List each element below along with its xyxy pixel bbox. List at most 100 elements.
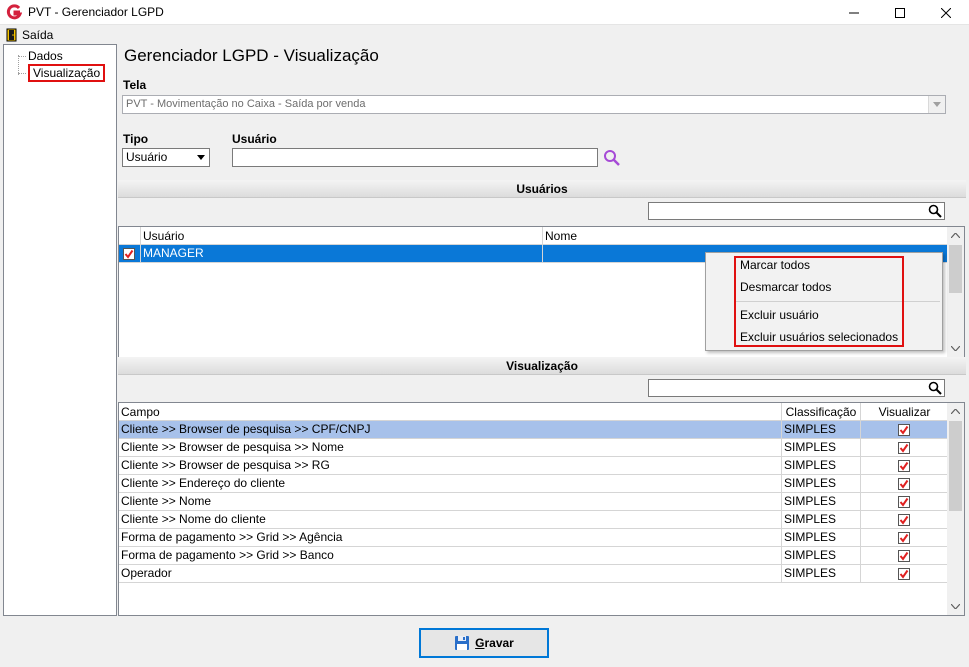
cell-campo: Cliente >> Browser de pesquisa >> Nome — [119, 439, 782, 457]
title-bar: PVT - Gerenciador LGPD — [0, 0, 969, 25]
table-row[interactable]: Cliente >> Nome do cliente SIMPLES — [119, 511, 948, 529]
cell-classificacao: SIMPLES — [782, 421, 861, 439]
usuarios-scrollbar[interactable] — [947, 227, 964, 357]
tree-item-dados[interactable]: Dados — [18, 48, 63, 64]
cell-visualizar[interactable] — [861, 547, 948, 565]
usuario-label: Usuário — [232, 132, 277, 146]
navigation-tree: Dados Visualização — [3, 44, 117, 616]
app-logo-icon — [6, 4, 22, 20]
search-icon[interactable] — [927, 203, 943, 219]
table-row[interactable]: Cliente >> Browser de pesquisa >> Nome SI… — [119, 439, 948, 457]
visualizacao-scrollbar[interactable] — [947, 403, 964, 615]
cell-campo: Forma de pagamento >> Grid >> Banco — [119, 547, 782, 565]
table-row[interactable]: Operador SIMPLES — [119, 565, 948, 583]
ctx-separator — [736, 301, 940, 302]
usuarios-filter-input[interactable] — [648, 202, 945, 220]
minimize-button[interactable] — [831, 0, 877, 25]
maximize-button[interactable] — [877, 0, 923, 25]
context-menu: Marcar todos Desmarcar todos Excluir usu… — [705, 252, 943, 351]
cell-visualizar[interactable] — [861, 475, 948, 493]
visualizar-checkbox[interactable] — [898, 477, 910, 490]
header-nome[interactable]: Nome — [543, 227, 948, 245]
table-row[interactable]: Cliente >> Nome SIMPLES — [119, 493, 948, 511]
scroll-down-icon[interactable] — [947, 598, 964, 615]
cell-visualizar[interactable] — [861, 565, 948, 583]
menu-bar: Saída — [0, 25, 969, 44]
header-usuario[interactable]: Usuário — [141, 227, 543, 245]
usuarios-section-header: Usuários — [118, 180, 966, 198]
visualizar-checkbox[interactable] — [898, 567, 910, 580]
cell-classificacao: SIMPLES — [782, 439, 861, 457]
visualizacao-section-header: Visualização — [118, 357, 966, 375]
tree-item-dados-label: Dados — [28, 49, 63, 63]
header-visualizar[interactable]: Visualizar — [861, 403, 948, 421]
chevron-down-icon — [193, 150, 208, 165]
usuarios-grid-header: Usuário Nome — [119, 227, 948, 245]
tela-select[interactable]: PVT - Movimentação no Caixa - Saída por … — [122, 95, 946, 114]
menu-saida[interactable]: Saída — [3, 26, 56, 43]
cell-visualizar[interactable] — [861, 511, 948, 529]
header-indicator — [119, 227, 141, 245]
main-content: Gerenciador LGPD - Visualização Tela PVT… — [117, 44, 969, 616]
visualizar-checkbox[interactable] — [898, 441, 910, 454]
visualizar-checkbox[interactable] — [898, 549, 910, 562]
cell-visualizar[interactable] — [861, 457, 948, 475]
tree-item-visualizacao[interactable]: Visualização — [18, 64, 106, 82]
visualizar-checkbox[interactable] — [898, 423, 910, 436]
exit-door-icon — [6, 28, 17, 41]
close-button[interactable] — [923, 0, 969, 25]
visualizacao-grid-header: Campo Classificação Visualizar — [119, 403, 948, 421]
close-icon — [941, 7, 951, 18]
table-row[interactable]: Cliente >> Browser de pesquisa >> CPF/CN… — [119, 421, 948, 439]
cell-visualizar[interactable] — [861, 529, 948, 547]
cell-classificacao: SIMPLES — [782, 493, 861, 511]
cell-visualizar[interactable] — [861, 421, 948, 439]
tipo-select-value: Usuário — [126, 150, 168, 164]
search-icon[interactable] — [603, 149, 621, 167]
header-campo[interactable]: Campo — [119, 403, 782, 421]
cell-visualizar[interactable] — [861, 493, 948, 511]
chevron-down-icon — [928, 96, 945, 113]
ctx-excluir-usuario[interactable]: Excluir usuário — [740, 305, 819, 325]
scroll-up-icon[interactable] — [947, 227, 964, 244]
page-title: Gerenciador LGPD - Visualização — [124, 46, 379, 65]
visualizar-checkbox[interactable] — [898, 531, 910, 544]
table-row[interactable]: Forma de pagamento >> Grid >> Banco SIMPL… — [119, 547, 948, 565]
tipo-label: Tipo — [123, 132, 149, 146]
tipo-select[interactable]: Usuário — [122, 148, 210, 167]
gravar-button-label: Gravar — [475, 636, 514, 650]
table-row[interactable]: Cliente >> Endereço do cliente SIMPLES — [119, 475, 948, 493]
scroll-down-icon[interactable] — [947, 340, 964, 357]
cell-campo: Cliente >> Browser de pesquisa >> RG — [119, 457, 782, 475]
ctx-desmarcar-todos[interactable]: Desmarcar todos — [740, 277, 831, 297]
header-classificacao[interactable]: Classificação — [782, 403, 861, 421]
usuario-input[interactable] — [232, 148, 598, 167]
cell-classificacao: SIMPLES — [782, 529, 861, 547]
visualizar-checkbox[interactable] — [898, 495, 910, 508]
row-checkbox-cell[interactable] — [119, 245, 141, 263]
ctx-excluir-selecionados[interactable]: Excluir usuários selecionados — [740, 327, 898, 347]
cell-visualizar[interactable] — [861, 439, 948, 457]
cell-classificacao: SIMPLES — [782, 565, 861, 583]
checkbox[interactable] — [123, 247, 135, 260]
scroll-up-icon[interactable] — [947, 403, 964, 420]
window-title: PVT - Gerenciador LGPD — [28, 5, 164, 19]
table-row[interactable]: Cliente >> Browser de pesquisa >> RG SIMP… — [119, 457, 948, 475]
tela-select-value: PVT - Movimentação no Caixa - Saída por … — [126, 98, 366, 110]
cell-campo: Cliente >> Endereço do cliente — [119, 475, 782, 493]
scroll-thumb[interactable] — [949, 245, 962, 293]
gravar-button[interactable]: Gravar — [419, 628, 549, 658]
cell-classificacao: SIMPLES — [782, 457, 861, 475]
cell-classificacao: SIMPLES — [782, 511, 861, 529]
cell-campo: Cliente >> Browser de pesquisa >> CPF/CN… — [119, 421, 782, 439]
table-row[interactable]: Forma de pagamento >> Grid >> Agência SIM… — [119, 529, 948, 547]
cell-classificacao: SIMPLES — [782, 475, 861, 493]
visualizacao-filter-input[interactable] — [648, 379, 945, 397]
visualizar-checkbox[interactable] — [898, 459, 910, 472]
minimize-icon — [849, 12, 859, 13]
ctx-marcar-todos[interactable]: Marcar todos — [740, 255, 810, 275]
search-icon[interactable] — [927, 380, 943, 396]
visualizar-checkbox[interactable] — [898, 513, 910, 526]
cell-usuario: MANAGER — [141, 245, 543, 263]
scroll-thumb[interactable] — [949, 421, 962, 511]
